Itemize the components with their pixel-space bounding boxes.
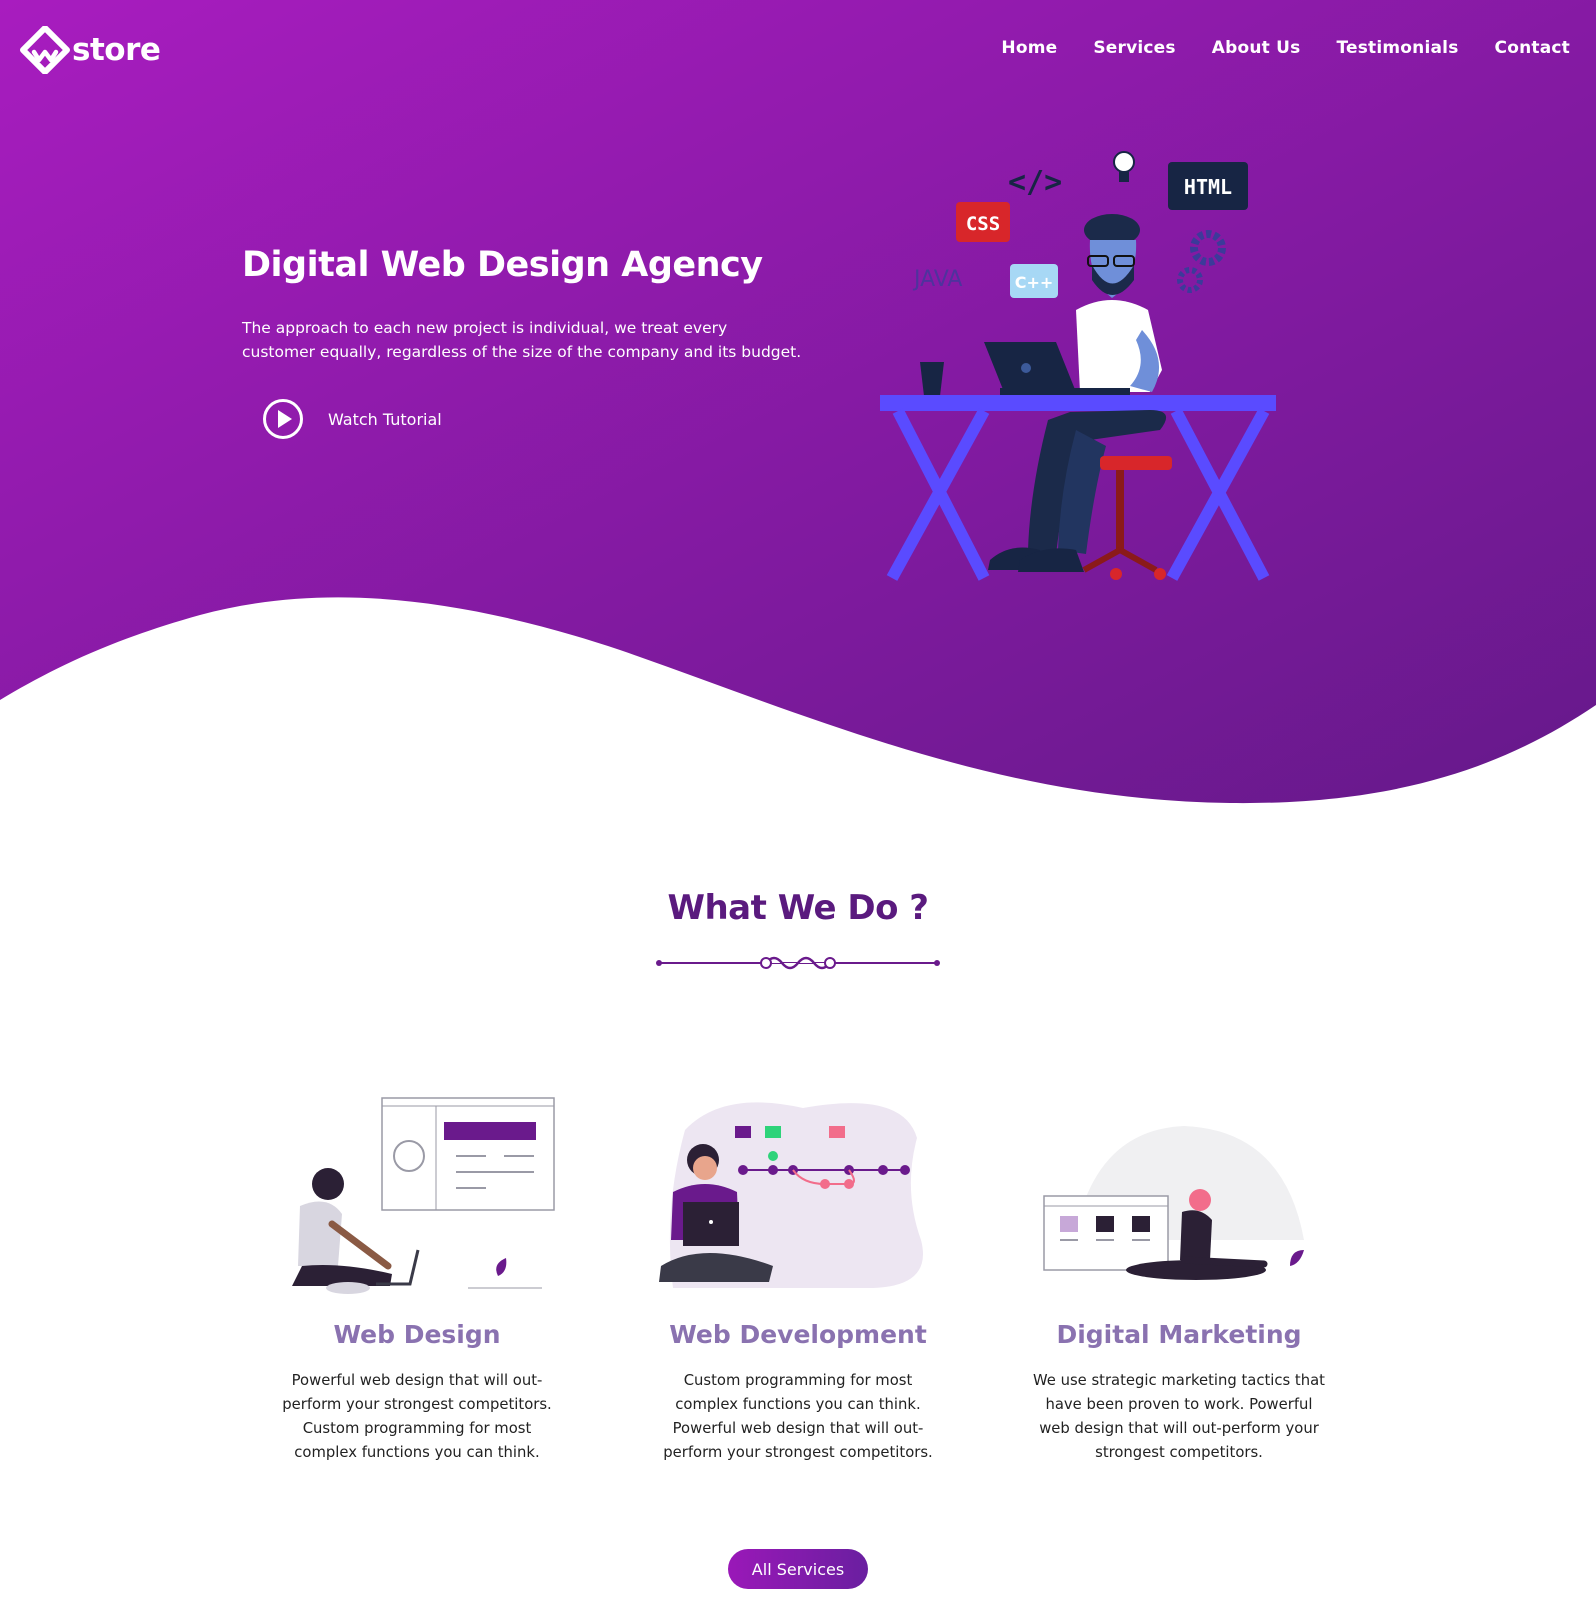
css-tag-text: CSS (966, 213, 1000, 235)
service-card-web-design: Web Design Powerful web design that will… (267, 1090, 567, 1465)
service-card-digital-marketing: Digital Marketing We use strategic marke… (1029, 1090, 1329, 1465)
brand-logo[interactable]: store (20, 26, 161, 74)
web-design-illustration (292, 1097, 555, 1294)
watch-tutorial-label: Watch Tutorial (328, 409, 442, 429)
nav-about-us[interactable]: About Us (1212, 38, 1301, 58)
code-tag-text: </> (1008, 165, 1062, 200)
service-title: Digital Marketing (1056, 1320, 1302, 1349)
nav-home[interactable]: Home (1001, 38, 1057, 58)
service-description: Powerful web design that will out-perfor… (282, 1372, 552, 1461)
all-services-button[interactable]: All Services (728, 1549, 868, 1589)
hero-section: store Home Services About Us Testimonial… (0, 0, 1596, 820)
html-tag-text: HTML (1184, 175, 1232, 199)
hero-wave-background (0, 0, 1596, 804)
logo-icon (20, 26, 70, 74)
play-icon (263, 399, 303, 439)
services-section-title: What We Do ? (667, 888, 929, 928)
nav-contact[interactable]: Contact (1495, 38, 1570, 58)
service-title: Web Design (333, 1320, 501, 1349)
developer-desk-illustration: CSS HTML JAVA C++ </> (880, 151, 1276, 581)
web-development-illustration (659, 1102, 923, 1288)
service-card-web-development: Web Development Custom programming for m… (648, 1090, 948, 1465)
nav-testimonials[interactable]: Testimonials (1336, 38, 1458, 58)
main-nav: Home Services About Us Testimonials Cont… (1001, 38, 1570, 58)
service-title: Web Development (669, 1320, 927, 1349)
hero-description: The approach to each new project is indi… (242, 319, 802, 361)
java-tag-text: JAVA (912, 267, 962, 292)
brand-name: store (72, 32, 161, 68)
service-description: Custom programming for most complex func… (663, 1372, 933, 1461)
watch-tutorial-button[interactable]: Watch Tutorial (262, 398, 442, 440)
ornamental-divider (656, 956, 940, 970)
service-description: We use strategic marketing tactics that … (1033, 1372, 1325, 1461)
digital-marketing-illustration (1043, 1126, 1304, 1280)
hero-title: Digital Web Design Agency (242, 245, 763, 285)
cpp-tag-text: C++ (1015, 273, 1054, 292)
nav-services[interactable]: Services (1093, 38, 1175, 58)
